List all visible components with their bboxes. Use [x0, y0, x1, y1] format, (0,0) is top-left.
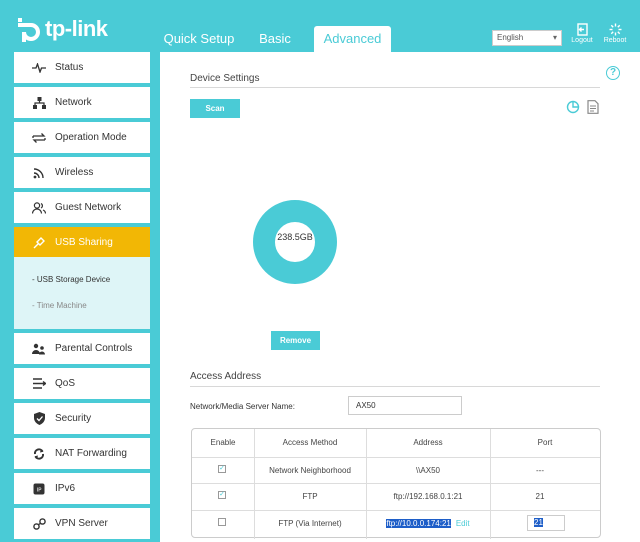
sidebar-item-label: Parental Controls	[55, 343, 133, 354]
pulse-icon	[31, 60, 47, 76]
port-cell: ---	[536, 466, 544, 475]
row-divider	[192, 483, 600, 484]
tab-quick-setup[interactable]: Quick Setup	[160, 26, 238, 52]
column-header-access-method: Access Method	[282, 438, 338, 447]
remove-button[interactable]: Remove	[271, 331, 320, 350]
scan-button[interactable]: Scan	[190, 99, 240, 118]
divider	[190, 386, 600, 387]
submenu-item-time-machine[interactable]: - Time Machine	[32, 301, 87, 310]
sidebar-item-label: Wireless	[55, 167, 94, 178]
sidebar-item-vpn-server[interactable]: VPN Server	[14, 508, 150, 539]
tab-advanced[interactable]: Advanced	[314, 26, 391, 52]
language-select[interactable]: English ▾	[492, 30, 562, 46]
guest-icon	[31, 200, 47, 216]
submenu-item-usb-storage-device[interactable]: - USB Storage Device	[32, 275, 110, 284]
sidebar-item-guest-network[interactable]: Guest Network	[14, 192, 150, 223]
nat-icon	[31, 446, 47, 462]
usb-icon	[31, 235, 47, 251]
reboot-label: Reboot	[603, 37, 627, 44]
edit-link[interactable]: Edit	[456, 519, 470, 528]
tp-link-logo[interactable]: tp-link	[14, 14, 108, 44]
port-value: 21	[534, 518, 543, 527]
sidebar-item-label: VPN Server	[55, 518, 108, 529]
sidebar-item-label: IPv6	[55, 483, 76, 494]
sidebar-item-usb-sharing[interactable]: USB Sharing	[14, 227, 150, 258]
port-input[interactable]: 21	[527, 515, 565, 531]
pie-chart-icon[interactable]	[566, 100, 580, 119]
sidebar-item-network[interactable]: Network	[14, 87, 150, 118]
logout-button[interactable]: Logout	[567, 23, 597, 44]
help-icon[interactable]: ?	[606, 66, 620, 80]
sidebar-item-status[interactable]: Status	[14, 52, 150, 83]
sidebar-item-label: Security	[55, 413, 92, 424]
family-icon	[31, 341, 47, 357]
access-method-cell: FTP	[302, 492, 318, 501]
address-cell: \\AX50	[415, 466, 440, 475]
tab-basic[interactable]: Basic	[252, 26, 298, 52]
reboot-icon	[609, 23, 621, 36]
main-panel: ? Device Settings Scan 238.5GB Remove Ac…	[160, 52, 640, 542]
wifi-icon	[31, 165, 47, 181]
column-header-address: Address	[413, 438, 443, 447]
sidebar-item-label: Operation Mode	[55, 132, 127, 143]
access-method-cell: Network Neighborhood	[269, 466, 351, 475]
sidebar-item-label: QoS	[55, 378, 76, 389]
sidebar-item-label: Guest Network	[55, 202, 122, 213]
file-list-icon[interactable]	[587, 100, 599, 119]
chevron-down-icon: ▾	[552, 33, 557, 42]
port-cell: 21	[535, 492, 545, 501]
row-divider	[192, 457, 600, 458]
column-header-enable: Enable	[210, 438, 236, 447]
logo-text: tp-link	[45, 16, 108, 41]
sidebar-item-label: Network	[55, 97, 92, 108]
enable-checkbox[interactable]: ✓	[218, 465, 226, 473]
header: tp-link Quick Setup Basic Advanced Engli…	[0, 0, 640, 52]
access-method-cell: FTP (Via Internet)	[278, 519, 342, 528]
sidebar-item-operation-mode[interactable]: Operation Mode	[14, 122, 150, 153]
access-address-title: Access Address	[190, 371, 262, 382]
shield-icon	[31, 411, 47, 427]
sidebar-item-nat-forwarding[interactable]: NAT Forwarding	[14, 438, 150, 469]
row-divider	[192, 510, 600, 511]
vpn-icon	[31, 516, 47, 532]
ipv6-icon: IP	[31, 481, 47, 497]
sidebar-item-label: NAT Forwarding	[55, 448, 127, 459]
enable-checkbox[interactable]: ✓	[218, 491, 226, 499]
sidebar-item-security[interactable]: Security	[14, 403, 150, 434]
enable-checkbox[interactable]	[218, 518, 226, 526]
usb-sharing-submenu: - USB Storage Device - Time Machine	[14, 257, 150, 329]
sidebar-item-label: USB Sharing	[55, 237, 113, 248]
sidebar-item-qos[interactable]: QoS	[14, 368, 150, 399]
language-value: English	[497, 33, 524, 42]
divider	[190, 87, 600, 88]
qos-icon	[31, 376, 47, 392]
storage-donut-chart	[253, 200, 337, 284]
device-settings-title: Device Settings	[190, 73, 260, 84]
address-cell: ftp://192.168.0.1:21	[393, 492, 463, 501]
address-cell: ftp://10.0.0.174:21 Edit	[366, 519, 490, 528]
access-table: Enable Access Method Address Port ✓ Netw…	[191, 428, 601, 539]
logout-label: Logout	[571, 37, 593, 44]
server-name-label: Network/Media Server Name:	[190, 402, 295, 411]
sidebar-item-ipv6[interactable]: IP IPv6	[14, 473, 150, 504]
address-value[interactable]: ftp://10.0.0.174:21	[386, 519, 451, 528]
swap-icon	[31, 130, 47, 146]
sidebar-item-label: Status	[55, 62, 84, 73]
reboot-button[interactable]: Reboot	[600, 23, 630, 44]
sidebar-item-parental-controls[interactable]: Parental Controls	[14, 333, 150, 364]
svg-text:IP: IP	[37, 487, 43, 493]
storage-capacity-label: 238.5GB	[277, 232, 313, 242]
sidebar-item-wireless[interactable]: Wireless	[14, 157, 150, 188]
server-name-input[interactable]: AX50	[348, 396, 462, 415]
network-icon	[31, 95, 47, 111]
tp-link-logo-icon	[18, 18, 40, 42]
logout-icon	[576, 23, 588, 36]
column-header-port: Port	[537, 438, 553, 447]
